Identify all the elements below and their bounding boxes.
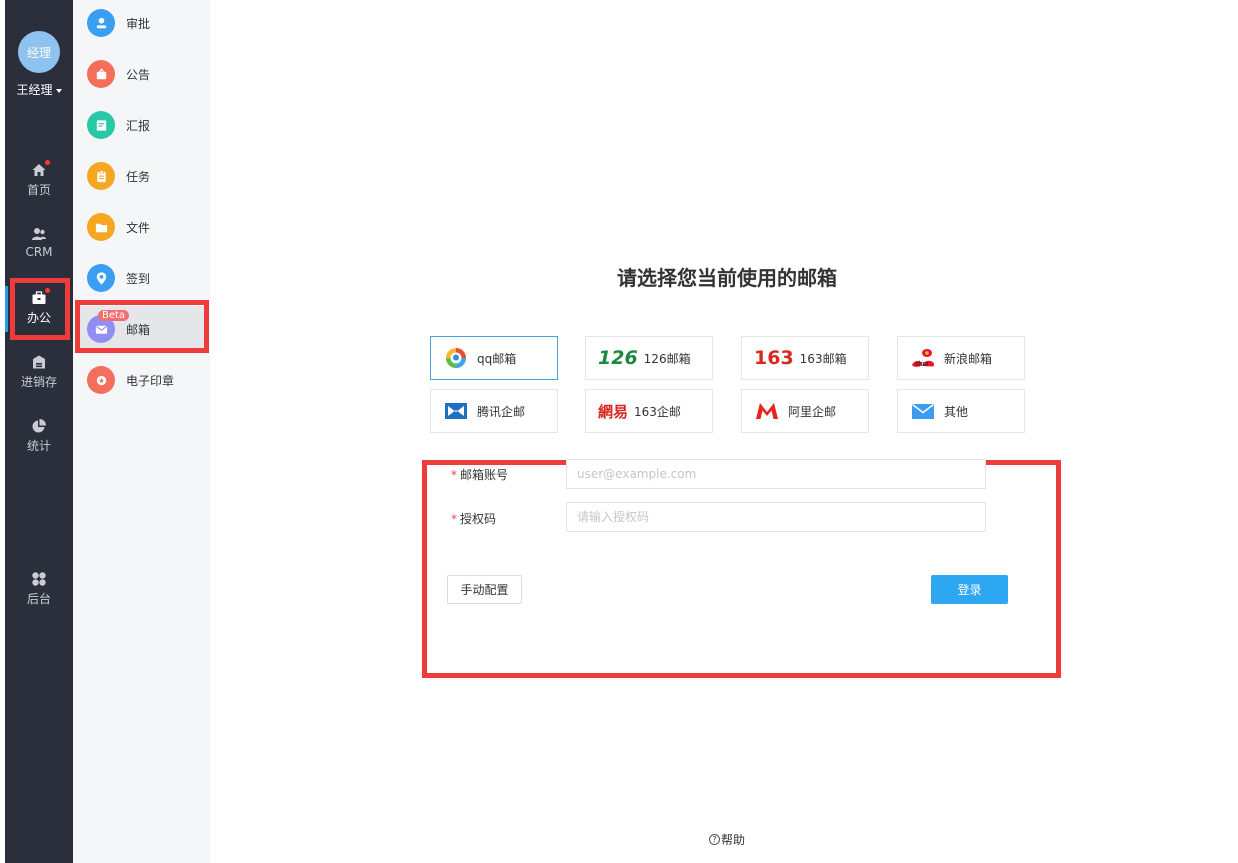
page-title: 请选择您当前使用的邮箱 [617,266,837,290]
provider-126-mail[interactable]: 126 126邮箱 [585,336,713,380]
notification-dot [45,288,50,293]
nav-item-label: 进销存 [20,375,57,389]
submenu-item-files[interactable]: 文件 [76,204,207,250]
nav-item-inventory[interactable]: 进销存 [5,354,73,390]
crm-icon [31,226,47,242]
provider-label: 新浪邮箱 [944,351,993,366]
netease-logo-icon: 網易 [598,402,629,421]
provider-163-exmail[interactable]: 網易 163企邮 [585,389,713,433]
office-submenu: 审批 公告 汇报 任务 文件 签到 Beta 邮箱 电子印章 [73,0,210,863]
qq-mail-icon [443,345,469,371]
submenu-item-label: 电子印章 [126,373,175,388]
auth-code-label-text: 授权码 [460,512,497,526]
help-link[interactable]: ? 帮助 [709,831,745,848]
user-name: 王经理 [16,83,53,97]
submenu-item-label: 文件 [126,220,151,235]
provider-label: 126邮箱 [643,351,691,366]
submenu-item-report[interactable]: 汇报 [76,102,207,148]
report-icon [87,111,115,139]
main-sidebar: 经理 王经理 首页 CRM 办公 进销存 统计 后台 [5,0,73,863]
provider-qq-mail[interactable]: qq邮箱 [430,336,558,380]
required-asterisk: * [451,468,457,482]
help-label: 帮助 [721,833,746,847]
ali-mail-icon [754,398,780,424]
submenu-item-mail[interactable]: Beta 邮箱 [76,306,207,352]
submenu-item-checkin[interactable]: 签到 [76,255,207,301]
required-asterisk: * [451,512,457,526]
nav-item-stats[interactable]: 统计 [5,418,73,454]
auth-code-input[interactable] [566,502,986,532]
sina-logo-icon: sina [910,345,936,371]
task-icon [87,162,115,190]
beta-badge: Beta [98,310,130,321]
submenu-item-seal[interactable]: 电子印章 [76,357,207,403]
provider-ali-exmail[interactable]: 阿里企邮 [741,389,869,433]
provider-label: 163邮箱 [799,351,847,366]
envelope-icon [910,398,936,424]
submenu-item-label: 公告 [126,67,151,82]
nav-item-label: 首页 [26,183,51,197]
nav-item-label: 办公 [26,311,51,325]
provider-label: 阿里企邮 [788,404,837,419]
nav-item-admin[interactable]: 后台 [5,571,73,607]
notification-dot [45,160,50,165]
user-menu[interactable]: 王经理 [5,81,73,98]
highlight-box-form [422,460,1061,678]
provider-label: 163企邮 [634,404,681,419]
submenu-item-label: 汇报 [126,118,151,133]
nav-item-office[interactable]: 办公 [5,288,73,326]
nav-item-crm[interactable]: CRM [5,226,73,259]
email-account-input[interactable] [566,459,986,489]
grid-icon [31,571,47,587]
office-icon [31,288,50,306]
submenu-item-announcement[interactable]: 公告 [76,51,207,97]
163-logo-icon: 163 [754,347,794,369]
seal-icon [87,366,115,394]
tencent-exmail-icon [443,398,469,424]
caret-down-icon [55,88,62,93]
provider-label: 腾讯企邮 [477,404,526,419]
home-icon [31,160,50,178]
provider-163-mail[interactable]: 163 163邮箱 [741,336,869,380]
location-icon [87,264,115,292]
mail-icon: Beta [87,310,130,343]
submenu-item-approval[interactable]: 审批 [76,0,207,46]
provider-tencent-exmail[interactable]: 腾讯企邮 [430,389,558,433]
submenu-item-label: 任务 [126,169,151,184]
auth-code-label: * 授权码 [451,510,496,527]
folder-icon [87,213,115,241]
submenu-item-label: 签到 [126,271,151,286]
inventory-icon [31,354,47,370]
nav-item-label: 统计 [26,439,51,453]
manual-config-button[interactable]: 手动配置 [447,575,522,604]
account-label-text: 邮箱账号 [460,468,509,482]
help-icon: ? [709,834,720,845]
submenu-item-task[interactable]: 任务 [76,153,207,199]
nav-item-home[interactable]: 首页 [5,160,73,198]
provider-label: 其他 [944,404,969,419]
login-button[interactable]: 登录 [931,575,1008,604]
provider-sina-mail[interactable]: sina 新浪邮箱 [897,336,1025,380]
submenu-item-label: 审批 [126,16,151,31]
nav-item-label: CRM [25,245,53,259]
announcement-icon [87,60,115,88]
pie-chart-icon [31,418,47,434]
126-logo-icon: 126 [598,347,638,369]
avatar[interactable]: 经理 [18,31,60,73]
approval-icon [87,9,115,37]
nav-item-label: 后台 [26,592,51,606]
account-label: * 邮箱账号 [451,466,508,483]
svg-text:sina: sina [915,359,928,368]
submenu-item-label: 邮箱 [126,322,151,337]
provider-label: qq邮箱 [477,351,517,366]
provider-other[interactable]: 其他 [897,389,1025,433]
